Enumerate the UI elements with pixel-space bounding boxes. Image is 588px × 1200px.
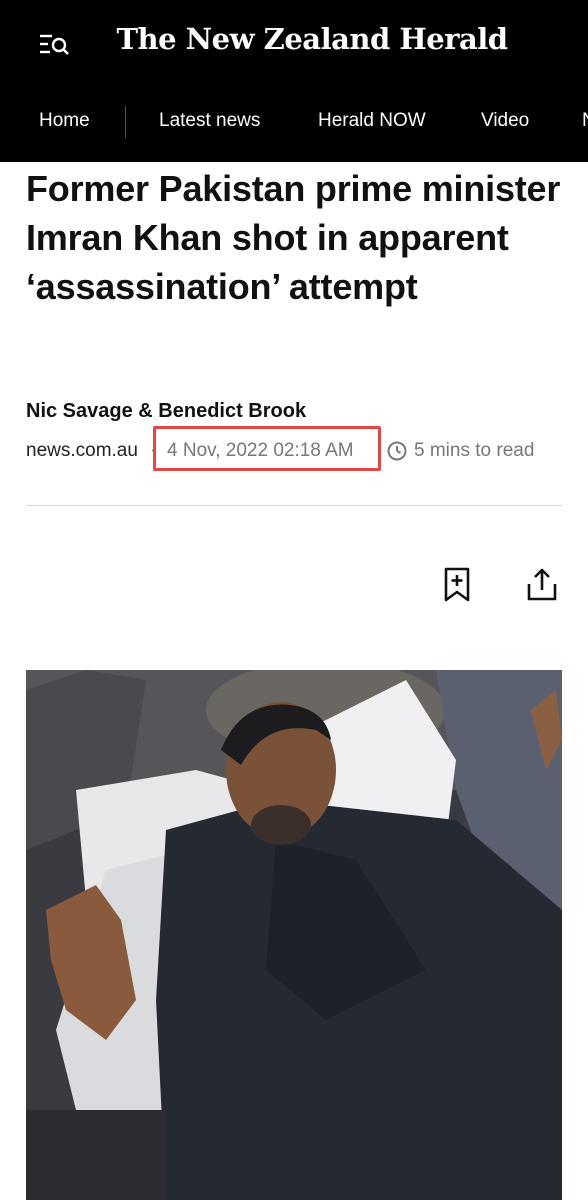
bookmark-button[interactable] <box>442 566 472 604</box>
article-byline[interactable]: Nic Savage & Benedict Brook <box>26 400 306 423</box>
nav-bar: Home Latest news Herald NOW Video N <box>0 84 588 162</box>
share-button[interactable] <box>524 566 560 604</box>
date-highlight-box <box>153 426 381 471</box>
nav-video[interactable]: Video <box>481 110 529 132</box>
nav-latest-news[interactable]: Latest news <box>159 110 260 132</box>
article-headline: Former Pakistan prime minister Imran Kha… <box>26 168 561 307</box>
bookmark-add-icon <box>444 567 470 602</box>
nav-divider <box>125 106 126 138</box>
site-header: The New Zealand Herald <box>0 0 588 85</box>
nav-home[interactable]: Home <box>39 110 90 132</box>
divider <box>26 505 562 506</box>
site-logo[interactable]: The New Zealand Herald <box>0 22 588 56</box>
article-source[interactable]: news.com.au <box>26 440 138 462</box>
clock-icon <box>387 441 407 461</box>
nav-next-item[interactable]: N <box>582 110 588 132</box>
nav-herald-now[interactable]: Herald NOW <box>318 110 426 132</box>
article-photo[interactable] <box>26 670 562 1200</box>
share-icon <box>527 568 557 601</box>
photo-illustration <box>26 670 562 1200</box>
read-time: 5 mins to read <box>414 440 535 461</box>
